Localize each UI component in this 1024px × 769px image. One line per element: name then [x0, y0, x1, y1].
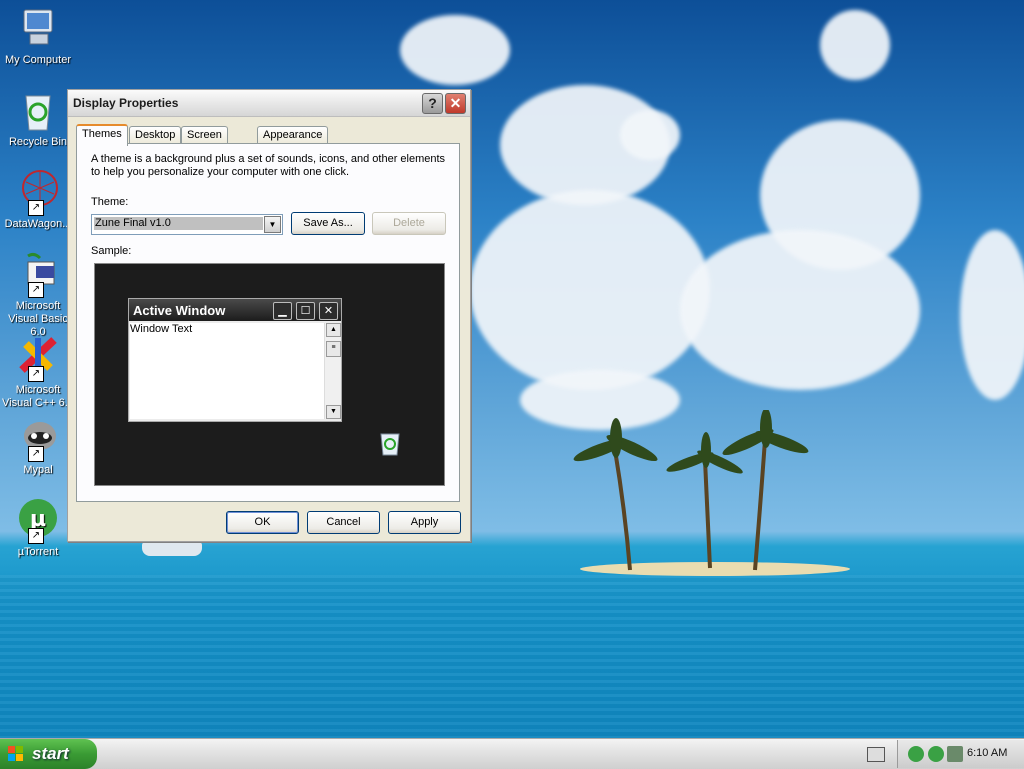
- close-button[interactable]: ✕: [445, 93, 466, 114]
- scroll-up-icon: ▲: [326, 323, 341, 337]
- shortcut-arrow-icon: ↗: [28, 446, 44, 462]
- sample-window-titlebar: Active Window ▁ ☐ ✕: [129, 299, 341, 321]
- tab-screen-saver[interactable]: Screen Saver: [181, 126, 228, 158]
- cloud: [820, 10, 890, 80]
- shortcut-arrow-icon: ↗: [28, 200, 44, 216]
- theme-dropdown[interactable]: Zune Final v1.0 ▼: [91, 214, 283, 235]
- theme-description: A theme is a background plus a set of so…: [91, 153, 446, 178]
- maximize-icon: ☐: [296, 302, 315, 320]
- utorrent-icon: µ ↗: [14, 496, 62, 544]
- desktop-icon-my-computer[interactable]: My Computer: [0, 4, 76, 67]
- theme-sample-preview: Active Window ▁ ☐ ✕ Window Text ▲ ≡ ▼: [94, 263, 445, 486]
- scroll-thumb: ≡: [326, 341, 341, 357]
- minimize-icon: ▁: [273, 302, 292, 320]
- tab-desktop[interactable]: Desktop: [129, 126, 182, 144]
- cloud: [470, 190, 710, 390]
- keyboard-icon[interactable]: [867, 747, 885, 762]
- apply-button[interactable]: Apply: [388, 511, 461, 534]
- help-button[interactable]: ?: [422, 93, 443, 114]
- delete-button[interactable]: Delete: [372, 212, 446, 235]
- display-properties-dialog: Display Properties ? ✕ Themes Desktop Sc…: [67, 89, 471, 542]
- recycle-bin-icon: [380, 433, 400, 456]
- tab-appearance[interactable]: Appearance: [257, 126, 329, 144]
- desktop-icon-recycle-bin[interactable]: Recycle Bin: [0, 86, 76, 149]
- sample-label: Sample:: [91, 245, 132, 257]
- start-button[interactable]: start: [0, 739, 97, 769]
- sample-window-body: Window Text: [130, 323, 325, 419]
- utorrent-tray-icon[interactable]: [908, 746, 924, 762]
- palm-trees: [573, 410, 809, 571]
- cloud: [400, 15, 510, 85]
- chevron-down-icon[interactable]: ▼: [264, 216, 281, 233]
- desktop-icon-mypal[interactable]: ↗ Mypal: [0, 414, 76, 477]
- mypal-icon: ↗: [14, 414, 62, 462]
- visual-basic-icon: ↗: [14, 250, 62, 298]
- desktop-icon-label: My Computer: [4, 54, 72, 66]
- desktop-icon-label: Mypal: [23, 464, 53, 476]
- sample-scrollbar: ▲ ≡ ▼: [324, 323, 341, 419]
- start-label: start: [32, 744, 69, 763]
- ok-button[interactable]: OK: [226, 511, 299, 534]
- network-icon[interactable]: [947, 746, 963, 762]
- desktop-icon-label: DataWagon...: [4, 218, 72, 230]
- desktop-icon-utorrent[interactable]: µ ↗ µTorrent: [0, 496, 76, 559]
- system-tray: 6:10 AM: [897, 740, 1024, 768]
- recycle-bin-icon: [14, 86, 62, 134]
- shortcut-arrow-icon: ↗: [28, 528, 44, 544]
- utorrent-tray-icon[interactable]: [928, 746, 944, 762]
- desktop-icon-visual-basic[interactable]: ↗ Microsoft Visual Basic 6.0: [0, 250, 76, 339]
- shortcut-arrow-icon: ↗: [28, 282, 44, 298]
- save-as-button[interactable]: Save As...: [291, 212, 365, 235]
- visual-cpp-icon: ↗: [14, 334, 62, 382]
- scroll-down-icon: ▼: [326, 405, 341, 419]
- clock[interactable]: 6:10 AM: [967, 747, 1007, 759]
- datawagon-icon: ↗: [14, 168, 62, 216]
- desktop-icon-label: Microsoft Visual C++ 6.0: [2, 384, 74, 409]
- cloud: [680, 230, 920, 390]
- shortcut-arrow-icon: ↗: [28, 366, 44, 382]
- desktop-icon-label: µTorrent: [17, 546, 59, 558]
- sample-window-title: Active Window: [133, 303, 226, 318]
- desktop-icon-datawagon[interactable]: ↗ DataWagon...: [0, 168, 76, 231]
- windows-flag-icon: [8, 746, 23, 761]
- themes-tab-page: A theme is a background plus a set of so…: [76, 143, 460, 502]
- cloud: [960, 230, 1024, 400]
- close-icon: ✕: [319, 302, 338, 320]
- computer-icon: [14, 4, 62, 52]
- cancel-button[interactable]: Cancel: [307, 511, 380, 534]
- dialog-title: Display Properties: [73, 96, 179, 110]
- tab-themes[interactable]: Themes: [76, 124, 128, 146]
- taskbar: start 6:10 AM: [0, 738, 1024, 769]
- desktop-icon-label: Recycle Bin: [8, 136, 68, 148]
- sample-active-window: Active Window ▁ ☐ ✕ Window Text ▲ ≡ ▼: [128, 298, 342, 422]
- boat: [142, 542, 202, 556]
- theme-dropdown-value: Zune Final v1.0: [94, 217, 263, 230]
- theme-label: Theme:: [91, 196, 129, 208]
- cloud: [620, 110, 680, 160]
- desktop-icon-visual-cpp[interactable]: ↗ Microsoft Visual C++ 6.0: [0, 334, 76, 410]
- sea: [0, 575, 1024, 738]
- dialog-titlebar[interactable]: Display Properties ? ✕: [68, 90, 470, 117]
